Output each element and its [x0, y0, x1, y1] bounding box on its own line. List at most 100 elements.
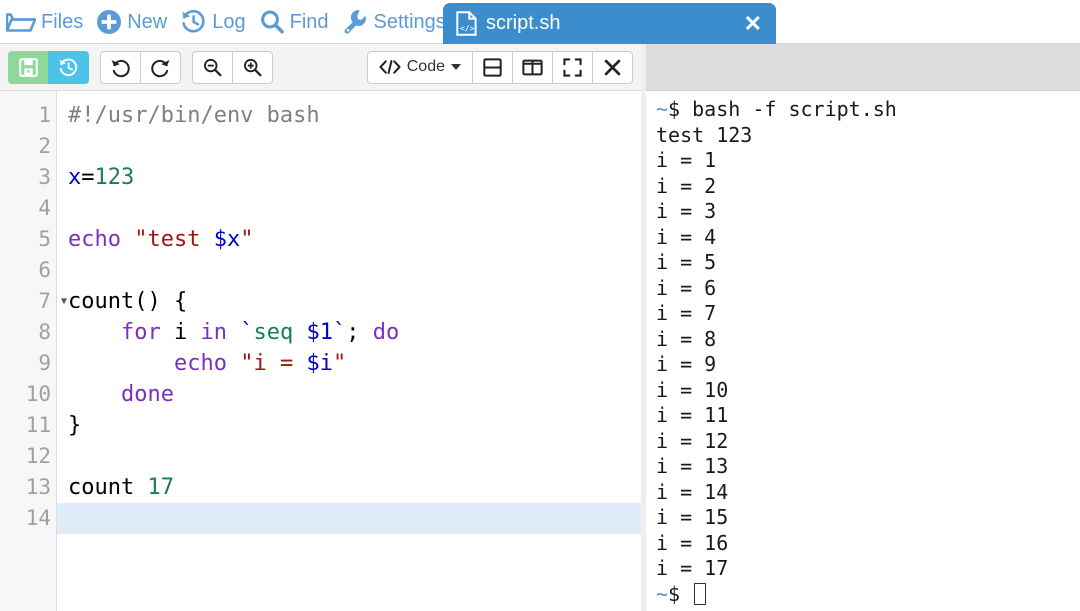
terminal-text: i = 15	[656, 505, 728, 529]
code-token-plain	[68, 382, 121, 407]
terminal-output[interactable]: ~$ bash -f script.shtest 123i = 1i = 2i …	[646, 91, 1080, 611]
terminal-line: i = 3	[656, 199, 1080, 225]
terminal-line: i = 7	[656, 301, 1080, 327]
terminal-line: i = 8	[656, 327, 1080, 353]
terminal-text: i = 16	[656, 531, 728, 555]
history-button[interactable]	[48, 51, 89, 84]
code-token-plain: =	[81, 165, 94, 190]
terminal-text: i = 11	[656, 403, 728, 427]
tab-script-sh[interactable]: </> script.sh ✕	[443, 3, 776, 44]
menu-item-log-label: Log	[212, 12, 245, 32]
code-token-str: "i =	[240, 351, 306, 376]
terminal-text: i = 8	[656, 327, 716, 351]
code-line[interactable]	[57, 193, 641, 224]
menu-item-find-label: Find	[290, 12, 329, 32]
line-number: 11	[0, 410, 56, 441]
editor-toolbar: Code	[0, 44, 641, 91]
terminal-text: i = 6	[656, 276, 716, 300]
code-line[interactable]	[57, 255, 641, 286]
plus-circle-icon	[96, 9, 122, 35]
code-line[interactable]: count 17	[57, 472, 641, 503]
terminal-line: i = 2	[656, 174, 1080, 200]
search-icon	[259, 9, 285, 35]
code-line[interactable]: for i in `seq $1`; do	[57, 317, 641, 348]
terminal-line: ~$ bash -f script.sh	[656, 97, 1080, 123]
code-line[interactable]: echo "i = $i"	[57, 348, 641, 379]
code-token-plain: i	[161, 320, 201, 345]
code-line[interactable]: count() {	[57, 286, 641, 317]
folder-open-icon	[6, 10, 36, 34]
terminal-text: i = 14	[656, 480, 728, 504]
code-line[interactable]	[57, 503, 641, 534]
zoom-in-icon	[242, 57, 263, 78]
redo-button[interactable]	[140, 51, 181, 84]
code-token-var: $i	[306, 351, 333, 376]
code-token-plain: }	[68, 413, 81, 438]
code-line[interactable]: }	[57, 410, 641, 441]
code-line[interactable]	[57, 131, 641, 162]
line-number-gutter: 1234567▼891011121314	[0, 91, 57, 611]
close-editor-button[interactable]	[592, 51, 633, 84]
terminal-line: i = 16	[656, 531, 1080, 557]
save-button[interactable]	[8, 51, 49, 84]
code-editor[interactable]: 1234567▼891011121314 #!/usr/bin/env bash…	[0, 91, 641, 611]
code-content-area[interactable]: #!/usr/bin/env bash x=123 echo "test $x"…	[57, 91, 641, 611]
terminal-line: i = 17	[656, 556, 1080, 582]
history-clock-icon	[180, 8, 207, 35]
line-number: 6	[0, 255, 56, 286]
menu-item-new[interactable]: New	[90, 0, 174, 44]
menu-item-find[interactable]: Find	[253, 0, 336, 44]
code-mode-dropdown[interactable]: Code	[367, 51, 473, 84]
terminal-prompt: ~$	[656, 97, 680, 121]
fullscreen-button[interactable]	[552, 51, 593, 84]
history-icon	[58, 57, 79, 78]
terminal-line: i = 6	[656, 276, 1080, 302]
chevron-down-icon	[451, 64, 461, 70]
tab-close-icon[interactable]: ✕	[742, 13, 764, 35]
terminal-line: ~$	[656, 582, 1080, 608]
terminal-line: i = 12	[656, 429, 1080, 455]
menu-item-files[interactable]: Files	[0, 0, 90, 44]
code-token-plain: ;	[346, 320, 373, 345]
terminal-text: i = 9	[656, 352, 716, 376]
terminal-toolbar	[646, 44, 1080, 91]
terminal-text: bash -f script.sh	[680, 97, 897, 121]
zoom-group	[192, 51, 273, 84]
terminal-line: i = 11	[656, 403, 1080, 429]
terminal-text: test 123	[656, 123, 752, 147]
code-brackets-icon	[379, 59, 401, 75]
split-horizontal-button[interactable]	[472, 51, 513, 84]
menu-item-log[interactable]: Log	[174, 0, 252, 44]
code-token-bt: `	[333, 320, 346, 345]
redo-icon	[150, 57, 171, 78]
fullscreen-icon	[563, 58, 582, 77]
terminal-text: i = 4	[656, 225, 716, 249]
code-token-kw: in	[200, 320, 227, 345]
zoom-out-button[interactable]	[192, 51, 233, 84]
code-token-plain: count	[68, 475, 147, 500]
code-line[interactable]: done	[57, 379, 641, 410]
menu-item-settings-label: Settings	[374, 12, 446, 32]
undo-button[interactable]	[100, 51, 141, 84]
line-number: 14	[0, 503, 56, 534]
code-line[interactable]: x=123	[57, 162, 641, 193]
line-number: 10	[0, 379, 56, 410]
line-number: 5	[0, 224, 56, 255]
code-token-var: $x	[214, 227, 241, 252]
code-token-kw: done	[121, 382, 174, 407]
svg-text:</>: </>	[460, 24, 475, 33]
code-line[interactable]: echo "test $x"	[57, 224, 641, 255]
terminal-prompt: ~$	[656, 582, 680, 606]
code-token-str: "	[240, 227, 253, 252]
close-icon	[604, 59, 621, 76]
code-line[interactable]	[57, 441, 641, 472]
zoom-in-button[interactable]	[232, 51, 273, 84]
menu-item-settings[interactable]: Settings	[336, 0, 453, 44]
save-icon	[19, 58, 38, 77]
code-token-kw: for	[121, 320, 161, 345]
code-token-str: "test	[134, 227, 213, 252]
split-vertical-button[interactable]	[512, 51, 553, 84]
code-token-var: $1	[306, 320, 333, 345]
code-line[interactable]: #!/usr/bin/env bash	[57, 100, 641, 131]
terminal-text: i = 7	[656, 301, 716, 325]
